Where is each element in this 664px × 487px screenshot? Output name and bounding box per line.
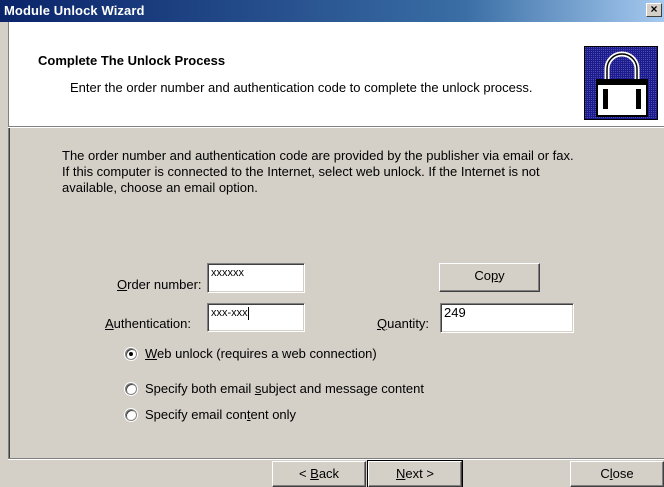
- email-subject-and-content-label[interactable]: Specify both email subject and message c…: [145, 381, 424, 396]
- email-content-only-label[interactable]: Specify email content only: [145, 407, 296, 422]
- label-text: Specify email con: [145, 407, 247, 422]
- close-window-icon[interactable]: ×: [646, 3, 662, 17]
- footer-divider-highlight: [8, 459, 664, 460]
- quantity-label: Quantity:: [377, 316, 429, 331]
- back-button[interactable]: < Back: [272, 461, 366, 487]
- label-text: <: [298, 466, 311, 481]
- padlock-icon: [584, 46, 658, 120]
- label-text: rder number:: [127, 277, 202, 292]
- label-text: y: [498, 268, 505, 283]
- instructions-text: The order number and authentication code…: [62, 148, 652, 196]
- instructions-line: available, choose an email option.: [62, 180, 258, 195]
- wizard-header: [8, 22, 664, 126]
- text-cursor: [247, 306, 249, 320]
- label-text: ose: [612, 466, 634, 481]
- next-button[interactable]: Next >: [367, 460, 463, 487]
- instructions-line: The order number and authentication code…: [62, 148, 574, 163]
- mnemonic: N: [396, 466, 406, 481]
- email-subject-and-content-radio[interactable]: [125, 383, 137, 395]
- order-number-label: Order number:: [117, 277, 202, 292]
- mnemonic: O: [117, 277, 128, 292]
- mnemonic: A: [105, 316, 114, 331]
- page-title: Complete The Unlock Process: [38, 53, 226, 68]
- label-text: eb unlock (requires a web connection): [157, 346, 377, 361]
- close-button[interactable]: Close: [570, 461, 664, 487]
- header-divider-highlight: [8, 127, 664, 128]
- label-text: ack: [318, 466, 340, 481]
- label-text: Co: [474, 268, 491, 283]
- mnemonic: W: [145, 346, 158, 361]
- authentication-value: xxx-xxx: [211, 307, 248, 319]
- label-text: C: [600, 466, 610, 481]
- authentication-input[interactable]: xxx-xxx: [207, 303, 305, 332]
- window-title: Module Unlock Wizard: [4, 3, 145, 18]
- authentication-label: Authentication:: [105, 316, 191, 331]
- title-bar[interactable]: Module Unlock Wizard ×: [0, 0, 664, 22]
- label-text: uantity:: [387, 316, 430, 331]
- label-text: Specify both email: [145, 381, 255, 396]
- label-text: ext >: [405, 466, 434, 481]
- label-text: ubject and message content: [261, 381, 424, 396]
- quantity-input[interactable]: 249: [440, 303, 574, 333]
- web-unlock-radio[interactable]: [125, 348, 137, 360]
- page-subtitle: Enter the order number and authenticatio…: [70, 80, 533, 95]
- copy-button[interactable]: Copy: [439, 263, 540, 292]
- order-number-input[interactable]: xxxxxx: [207, 263, 305, 293]
- mnemonic: Q: [377, 316, 388, 331]
- label-text: ent only: [250, 407, 297, 422]
- mnemonic: B: [310, 466, 319, 481]
- panel-border-dark: [9, 128, 10, 458]
- label-text: uthentication:: [113, 316, 192, 331]
- radio-selected-dot: [129, 352, 133, 356]
- email-content-only-radio[interactable]: [125, 409, 137, 421]
- web-unlock-label[interactable]: Web unlock (requires a web connection): [145, 346, 377, 361]
- instructions-line: If this computer is connected to the Int…: [62, 164, 540, 179]
